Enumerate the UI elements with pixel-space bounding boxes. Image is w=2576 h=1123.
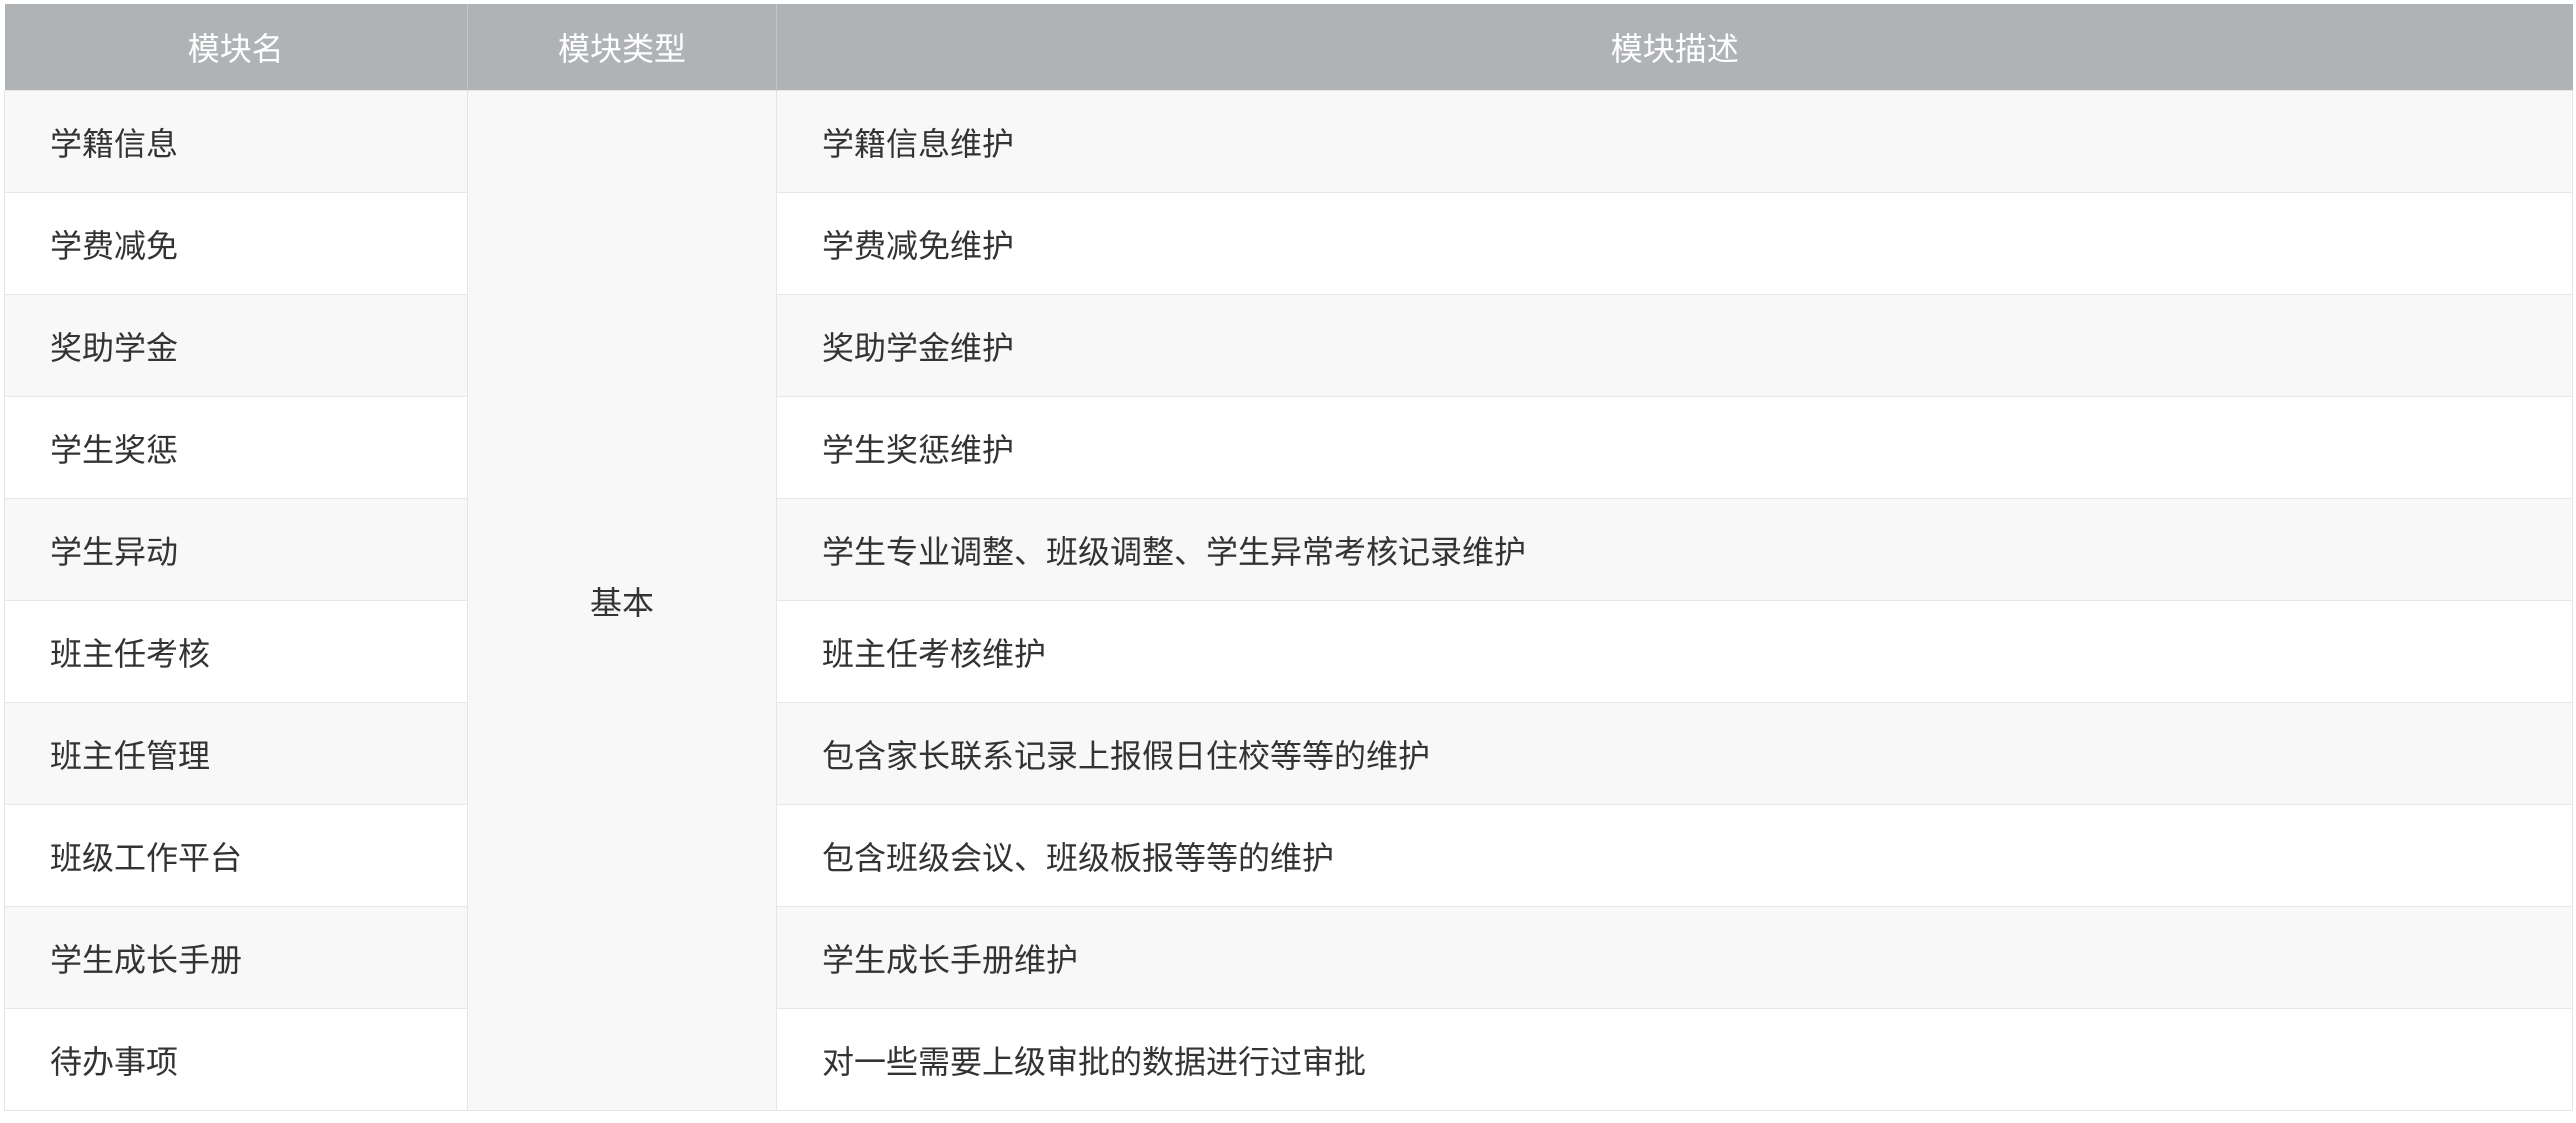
module-description-cell: 对一些需要上级审批的数据进行过审批 bbox=[776, 1008, 2573, 1111]
module-description-cell: 学生奖惩维护 bbox=[776, 396, 2573, 499]
header-module-description: 模块描述 bbox=[776, 4, 2573, 91]
module-description-cell: 学费减免维护 bbox=[776, 192, 2573, 295]
table-row: 待办事项 对一些需要上级审批的数据进行过审批 bbox=[4, 1008, 2573, 1111]
header-module-name: 模块名 bbox=[4, 4, 468, 91]
table-row: 班主任考核 班主任考核维护 bbox=[4, 600, 2573, 703]
table-row: 班主任管理 包含家长联系记录上报假日住校等等的维护 bbox=[4, 702, 2573, 805]
table-row: 学生异动 学生专业调整、班级调整、学生异常考核记录维护 bbox=[4, 498, 2573, 601]
module-name-cell: 学费减免 bbox=[4, 192, 468, 295]
module-description-cell: 包含家长联系记录上报假日住校等等的维护 bbox=[776, 702, 2573, 805]
module-table-container: 模块名 模块类型 模块描述 学籍信息 基本 学籍信息维护 学费减免 学费减免维护… bbox=[4, 4, 2573, 1111]
module-type-cell: 基本 bbox=[467, 90, 777, 1111]
module-description-cell: 学籍信息维护 bbox=[776, 90, 2573, 193]
module-name-cell: 学籍信息 bbox=[4, 90, 468, 193]
table-row: 学生成长手册 学生成长手册维护 bbox=[4, 906, 2573, 1009]
module-name-cell: 学生奖惩 bbox=[4, 396, 468, 499]
table-header: 模块名 模块类型 模块描述 bbox=[4, 4, 2573, 91]
module-name-cell: 学生成长手册 bbox=[4, 906, 468, 1009]
table-row: 班级工作平台 包含班级会议、班级板报等等的维护 bbox=[4, 804, 2573, 907]
table-body: 学籍信息 基本 学籍信息维护 学费减免 学费减免维护 奖助学金 奖助学金维护 学… bbox=[4, 90, 2573, 1111]
module-name-cell: 班主任管理 bbox=[4, 702, 468, 805]
module-table: 模块名 模块类型 模块描述 学籍信息 基本 学籍信息维护 学费减免 学费减免维护… bbox=[4, 4, 2573, 1111]
table-row: 学籍信息 基本 学籍信息维护 bbox=[4, 90, 2573, 1111]
table-row: 奖助学金 奖助学金维护 bbox=[4, 294, 2573, 397]
module-name-cell: 待办事项 bbox=[4, 1008, 468, 1111]
header-module-type: 模块类型 bbox=[467, 4, 777, 91]
module-name-cell: 奖助学金 bbox=[4, 294, 468, 397]
module-name-cell: 班主任考核 bbox=[4, 600, 468, 703]
module-description-cell: 奖助学金维护 bbox=[776, 294, 2573, 397]
module-description-cell: 学生成长手册维护 bbox=[776, 906, 2573, 1009]
module-description-cell: 学生专业调整、班级调整、学生异常考核记录维护 bbox=[776, 498, 2573, 601]
module-name-cell: 学生异动 bbox=[4, 498, 468, 601]
module-description-cell: 班主任考核维护 bbox=[776, 600, 2573, 703]
table-row: 学费减免 学费减免维护 bbox=[4, 192, 2573, 295]
header-row: 模块名 模块类型 模块描述 bbox=[4, 4, 2573, 91]
module-description-cell: 包含班级会议、班级板报等等的维护 bbox=[776, 804, 2573, 907]
module-name-cell: 班级工作平台 bbox=[4, 804, 468, 907]
table-row: 学生奖惩 学生奖惩维护 bbox=[4, 396, 2573, 499]
